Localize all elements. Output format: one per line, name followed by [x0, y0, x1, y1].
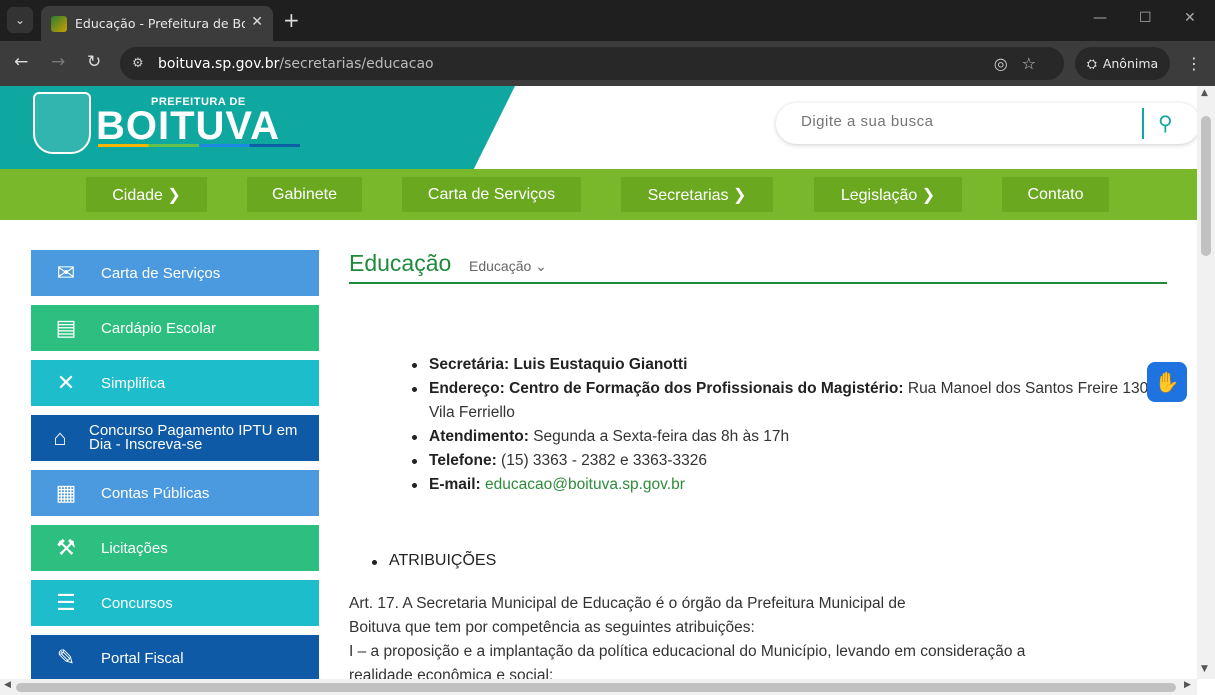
sidebar-item-label: Simplifica [101, 374, 166, 392]
secretaria-value: Luis Eustaquio Gianotti [509, 356, 688, 373]
back-icon[interactable]: ← [14, 52, 28, 72]
sidebar-item-cardapio[interactable]: ▤ Cardápio Escolar [31, 305, 319, 351]
sidebar-item-contas-publicas[interactable]: ▦ Contas Públicas [31, 470, 319, 516]
article-line: Boituva que tem por competência as segui… [349, 619, 755, 636]
checklist-icon: ☰ [56, 590, 76, 615]
sidebar-item-label: Contas Públicas [101, 484, 210, 502]
horizontal-scrollbar[interactable]: ◀ ▶ [0, 679, 1197, 695]
article-line: realidade econômica e social; [349, 667, 554, 679]
forward-icon[interactable]: → [51, 52, 65, 72]
sidebar-item-carta-servicos[interactable]: ✉ Carta de Serviços [31, 250, 319, 296]
sidebar-item-label: Licitações [101, 539, 168, 557]
minimize-icon[interactable]: — [1093, 10, 1107, 26]
email-link[interactable]: educacao@boituva.sp.gov.br [485, 476, 685, 493]
nav-contato[interactable]: Contato [1002, 177, 1109, 212]
endereco-label: Endereço: Centro de Formação dos Profiss… [429, 380, 904, 397]
nav-cidade[interactable]: Cidade ❯ [86, 177, 207, 212]
sign-language-icon[interactable]: ✋ [1147, 362, 1187, 402]
address-bar[interactable]: ⚙ boituva.sp.gov.br/secretarias/educacao… [120, 47, 1064, 80]
reload-icon[interactable]: ↻ [87, 52, 101, 72]
nav-secretarias[interactable]: Secretarias ❯ [621, 177, 773, 212]
search-input[interactable] [801, 113, 1131, 130]
sidebar-item-portal-fiscal[interactable]: ✎ Portal Fiscal [31, 635, 319, 679]
article-line: Art. 17. A Secretaria Municipal de Educa… [349, 595, 906, 612]
atendimento-value: Segunda a Sexta-feira das 8h às 17h [528, 428, 790, 445]
new-tab-button[interactable]: + [283, 8, 300, 32]
eye-off-icon[interactable]: ◎ [994, 54, 1022, 73]
vertical-scrollbar[interactable]: ▲ ▼ [1197, 86, 1215, 679]
info-secretaria: Secretária: Luis Eustaquio Gianotti [412, 353, 1169, 377]
url-domain: boituva.sp.gov.br [158, 55, 280, 72]
browser-tabbar: ⌄ Educação - Prefeitura de Boituv ✕ + — … [0, 0, 1215, 41]
sidebar-item-licitacoes[interactable]: ⚒ Licitações [31, 525, 319, 571]
close-window-icon[interactable]: ✕ [1184, 10, 1196, 26]
article-line: I – a proposição e a implantação da polí… [349, 643, 1026, 660]
sidebar-item-label: Concurso Pagamento IPTU em Dia - Inscrev… [89, 422, 298, 453]
incognito-label: Anônima [1102, 56, 1159, 71]
envelope-icon: ✉ [56, 260, 76, 285]
nav-legislacao[interactable]: Legislação ❯ [814, 177, 962, 212]
scroll-down-icon[interactable]: ▼ [1201, 664, 1208, 674]
bookmark-star-icon[interactable]: ☆ [1022, 54, 1050, 73]
scroll-thumb[interactable] [1201, 116, 1211, 256]
search-box: ⚲ [776, 103, 1197, 144]
atendimento-label: Atendimento: [429, 428, 529, 445]
simplifica-icon: ✕ [56, 370, 76, 395]
maximize-icon[interactable]: ☐ [1139, 10, 1152, 26]
browser-menu-icon[interactable]: ⋮ [1186, 54, 1202, 73]
sidebar-item-label: Cardápio Escolar [101, 319, 217, 337]
url-path: /secretarias/educacao [279, 55, 434, 72]
telefone-label: Telefone: [429, 452, 497, 469]
sidebar-item-simplifica[interactable]: ✕ Simplifica [31, 360, 319, 406]
search-divider [1142, 108, 1144, 139]
secretaria-label: Secretária: [429, 356, 510, 373]
chevron-down-icon: ⌄ [535, 258, 547, 274]
food-icon: ▤ [55, 315, 77, 340]
breadcrumb-dropdown[interactable]: Educação ⌄ [469, 258, 547, 275]
sidebar-item-concursos[interactable]: ☰ Concursos [31, 580, 319, 626]
house-icon: ⌂ [53, 425, 67, 450]
nav-carta-servicos[interactable]: Carta de Serviços [402, 177, 581, 212]
city-crest-icon[interactable] [33, 92, 91, 154]
telefone-value: (15) 3363 - 2382 e 3363-3326 [496, 452, 708, 469]
info-email: E-mail: educacao@boituva.sp.gov.br [412, 473, 1169, 497]
logo-stripe [98, 144, 300, 147]
scroll-up-icon[interactable]: ▲ [1201, 88, 1208, 98]
sidebar-item-concurso-iptu[interactable]: ⌂ Concurso Pagamento IPTU em Dia - Inscre… [31, 415, 319, 461]
browser-toolbar: ← → ↻ ⚙ boituva.sp.gov.br/secretarias/ed… [0, 41, 1215, 86]
gavel-icon: ⚒ [56, 535, 76, 560]
favicon-icon [51, 15, 67, 32]
incognito-badge[interactable]: ⛭ Anônima [1075, 47, 1170, 80]
site-info-icon[interactable]: ⚙ [132, 56, 144, 71]
main-nav: Cidade ❯ Gabinete Carta de Serviços Secr… [0, 169, 1197, 220]
tab-title: Educação - Prefeitura de Boituv [75, 16, 245, 31]
nav-gabinete[interactable]: Gabinete [247, 177, 362, 212]
browser-tab[interactable]: Educação - Prefeitura de Boituv ✕ [41, 6, 273, 41]
document-pen-icon: ✎ [56, 645, 76, 670]
title-divider [349, 282, 1167, 284]
incognito-icon: ⛭ [1086, 55, 1097, 71]
logo-title[interactable]: BOITUVA [96, 104, 280, 149]
email-label: E-mail: [429, 476, 481, 493]
scroll-left-icon[interactable]: ◀ [4, 680, 11, 690]
sidebar-item-label: Portal Fiscal [101, 649, 184, 667]
scroll-right-icon[interactable]: ▶ [1184, 680, 1191, 690]
search-icon[interactable]: ⚲ [1158, 111, 1173, 135]
site-header: PREFEITURA DE BOITUVA ⚲ [0, 86, 1197, 169]
article-text: Art. 17. A Secretaria Municipal de Educa… [349, 592, 1149, 679]
info-atendimento: Atendimento: Segunda a Sexta-feira das 8… [412, 425, 1169, 449]
atribuicoes-heading: ATRIBUIÇÕES [371, 552, 497, 569]
breadcrumb-label: Educação [469, 258, 532, 274]
sidebar-item-label: Carta de Serviços [101, 264, 221, 282]
info-telefone: Telefone: (15) 3363 - 2382 e 3363-3326 [412, 449, 1169, 473]
sidebar-item-label: Concursos [101, 594, 173, 612]
close-tab-icon[interactable]: ✕ [251, 14, 263, 30]
page-viewport: PREFEITURA DE BOITUVA ⚲ Cidade ❯ Gabinet… [0, 86, 1197, 679]
info-endereco: Endereço: Centro de Formação dos Profiss… [412, 377, 1169, 425]
calculator-icon: ▦ [55, 480, 77, 505]
tab-search-button[interactable]: ⌄ [7, 7, 33, 33]
scroll-thumb-horizontal[interactable] [16, 683, 1176, 692]
page-title: Educação [349, 250, 452, 276]
